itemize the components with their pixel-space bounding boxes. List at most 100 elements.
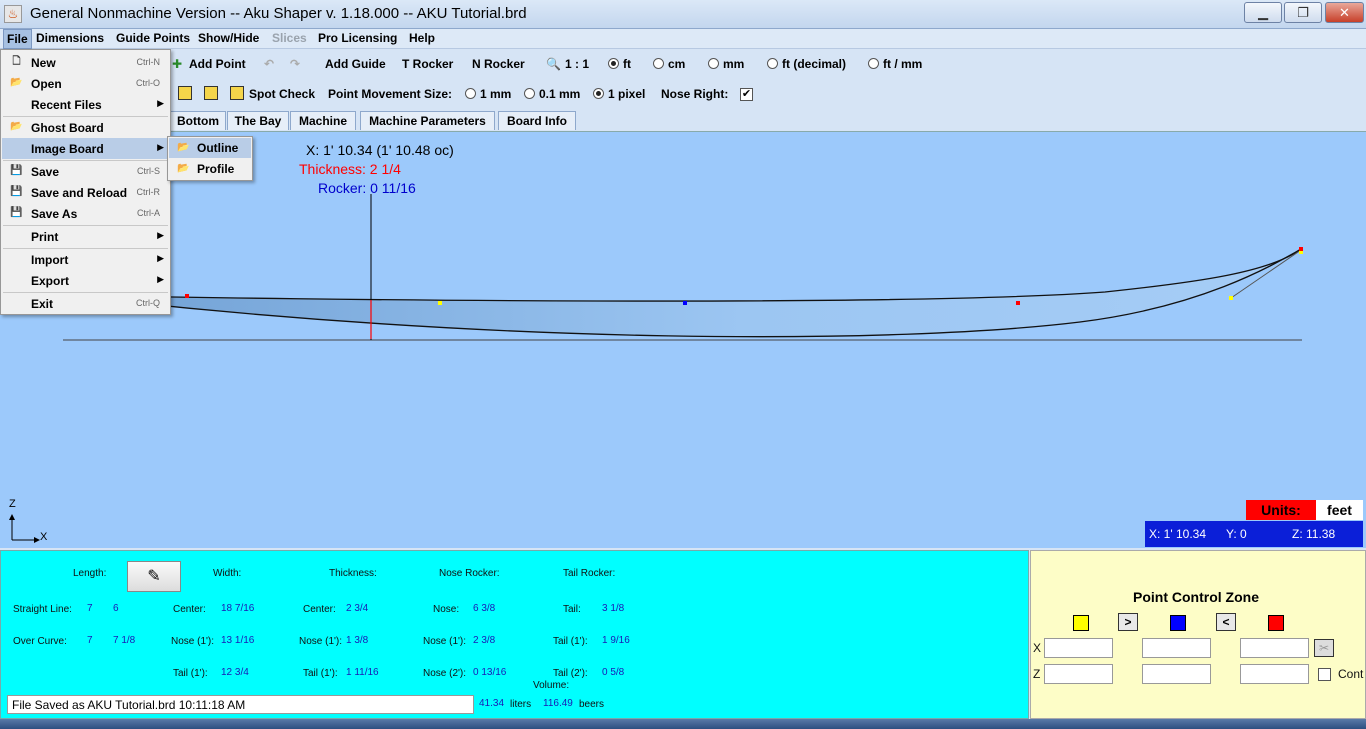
blue-x-input[interactable] bbox=[1142, 638, 1211, 658]
submenu-item-outline[interactable]: 📂 Outline bbox=[169, 138, 251, 158]
board-profile-drawing[interactable] bbox=[0, 132, 1366, 549]
menu-help[interactable]: Help bbox=[409, 31, 435, 45]
width-nose-label: Nose (1'): bbox=[171, 636, 215, 647]
red-z-input[interactable] bbox=[1240, 664, 1309, 684]
red-x-input[interactable] bbox=[1240, 638, 1309, 658]
menu-item-recent-files[interactable]: Recent Files ▶ bbox=[2, 94, 169, 115]
menu-item-ghost-board[interactable]: 📂 Ghost Board bbox=[2, 117, 169, 138]
menu-item-save-and-reload[interactable]: 💾 Save and Reload Ctrl-R bbox=[2, 182, 169, 203]
continuous-label: Cont bbox=[1338, 667, 1364, 681]
menu-file[interactable]: File bbox=[3, 29, 32, 49]
control-point-blue bbox=[683, 301, 687, 305]
tab-machine-parameters[interactable]: Machine Parameters bbox=[360, 111, 495, 130]
tab-the-bay[interactable]: The Bay bbox=[227, 111, 289, 130]
zoom-ratio[interactable]: 1 : 1 bbox=[565, 57, 589, 71]
nose-right-checkbox[interactable]: ✔ bbox=[740, 88, 753, 101]
unit-ft-radio[interactable]: ft bbox=[608, 57, 631, 71]
blue-z-input[interactable] bbox=[1142, 664, 1211, 684]
movement-1mm-radio[interactable]: 1 mm bbox=[465, 87, 511, 101]
units-indicator: Units: feet bbox=[1246, 500, 1363, 520]
straight-line-feet: 7 bbox=[87, 603, 93, 614]
undo-icon[interactable]: ↶ bbox=[264, 57, 274, 71]
add-guide-button[interactable]: Add Guide bbox=[325, 57, 386, 71]
restore-button[interactable]: ❐ bbox=[1284, 2, 1322, 23]
delete-point-button[interactable]: ✂ bbox=[1314, 639, 1334, 657]
menu-guide-points[interactable]: Guide Points bbox=[116, 31, 190, 45]
movement-0-1mm-radio[interactable]: 0.1 mm bbox=[524, 87, 580, 101]
menu-item-image-board[interactable]: Image Board ▶ bbox=[2, 138, 169, 159]
n-rocker-button[interactable]: N Rocker bbox=[472, 57, 525, 71]
select-all-icon[interactable] bbox=[204, 86, 218, 100]
tab-bar: Bottom The Bay Machine Machine Parameter… bbox=[0, 110, 1366, 130]
menu-dimensions[interactable]: Dimensions bbox=[36, 31, 104, 45]
yellow-x-input[interactable] bbox=[1044, 638, 1113, 658]
save-icon: 💾 bbox=[10, 186, 23, 197]
radio-selected-icon bbox=[593, 88, 604, 99]
select-point-icon[interactable] bbox=[178, 86, 192, 100]
nose-rocker-2ft-value: 0 13/16 bbox=[473, 667, 507, 678]
menu-show-hide[interactable]: Show/Hide bbox=[198, 31, 259, 45]
point-movement-label: Point Movement Size: bbox=[328, 87, 453, 101]
width-tail-label: Tail (1'): bbox=[173, 668, 208, 679]
thick-tail-value: 1 11/16 bbox=[346, 667, 379, 678]
width-center-label: Center: bbox=[173, 604, 206, 615]
spot-check-icon[interactable] bbox=[230, 86, 244, 100]
beers-label: beers bbox=[579, 699, 605, 710]
nose-rocker-1ft-label: Nose (1'): bbox=[423, 636, 467, 647]
menu-item-print[interactable]: Print ▶ bbox=[2, 226, 169, 247]
menu-item-exit[interactable]: Exit Ctrl-Q bbox=[2, 293, 169, 314]
spot-check-button[interactable]: Spot Check bbox=[249, 87, 315, 101]
redo-icon[interactable]: ↷ bbox=[290, 57, 300, 71]
radio-icon bbox=[708, 58, 719, 69]
tab-machine[interactable]: Machine bbox=[290, 111, 356, 130]
over-curve-label: Over Curve: bbox=[13, 636, 67, 647]
axis-z-label: Z bbox=[9, 498, 16, 510]
yellow-z-input[interactable] bbox=[1044, 664, 1113, 684]
edit-dimensions-button[interactable]: ✎ bbox=[127, 561, 181, 592]
zoom-icon[interactable]: 🔍 bbox=[546, 57, 561, 71]
submenu-arrow-icon: ▶ bbox=[157, 274, 164, 284]
red-point-selector[interactable] bbox=[1268, 615, 1284, 631]
t-rocker-button[interactable]: T Rocker bbox=[402, 57, 453, 71]
control-point-tail-red bbox=[185, 294, 189, 298]
next-point-button[interactable]: > bbox=[1118, 613, 1138, 631]
unit-ft-mm-radio[interactable]: ft / mm bbox=[868, 57, 922, 71]
menu-slices[interactable]: Slices bbox=[272, 31, 307, 45]
nose-right-label: Nose Right: bbox=[661, 87, 729, 101]
blue-point-selector[interactable] bbox=[1170, 615, 1186, 631]
rocker-readout: Rocker: 0 11/16 bbox=[318, 180, 416, 196]
yellow-point-selector[interactable] bbox=[1073, 615, 1089, 631]
save-as-icon: 💾 bbox=[10, 207, 23, 218]
title-bar: ♨ General Nonmachine Version -- Aku Shap… bbox=[0, 0, 1366, 29]
menu-pro-licensing[interactable]: Pro Licensing bbox=[318, 31, 397, 45]
close-button[interactable]: ✕ bbox=[1325, 2, 1364, 23]
movement-1pixel-radio[interactable]: 1 pixel bbox=[593, 87, 645, 101]
menu-item-open[interactable]: 📂 Open Ctrl-O bbox=[2, 73, 169, 94]
unit-cm-radio[interactable]: cm bbox=[653, 57, 685, 71]
tab-board-info[interactable]: Board Info bbox=[498, 111, 576, 130]
tab-bottom[interactable]: Bottom bbox=[170, 111, 226, 130]
menu-item-save[interactable]: 💾 Save Ctrl-S bbox=[2, 161, 169, 182]
prev-point-button[interactable]: < bbox=[1216, 613, 1236, 631]
volume-liters-value: 41.34 bbox=[479, 698, 505, 709]
coord-y: Y: 0 bbox=[1226, 527, 1247, 541]
menu-item-import[interactable]: Import ▶ bbox=[2, 249, 169, 270]
submenu-arrow-icon: ▶ bbox=[157, 98, 164, 108]
menu-item-export[interactable]: Export ▶ bbox=[2, 270, 169, 291]
menu-item-save-as[interactable]: 💾 Save As Ctrl-A bbox=[2, 203, 169, 224]
add-point-button[interactable]: Add Point bbox=[189, 57, 246, 71]
coord-x: X: 1' 10.34 bbox=[1149, 527, 1206, 541]
menu-item-new[interactable]: 🗋 New Ctrl-N bbox=[2, 52, 169, 73]
board-canvas[interactable]: X: 1' 10.34 (1' 10.48 oc) Thickness: 2 1… bbox=[0, 131, 1366, 548]
unit-ft-decimal-radio[interactable]: ft (decimal) bbox=[767, 57, 846, 71]
continuous-checkbox[interactable] bbox=[1318, 668, 1331, 681]
over-curve-inches: 7 1/8 bbox=[113, 635, 136, 646]
submenu-arrow-icon: ▶ bbox=[157, 253, 164, 263]
unit-mm-radio[interactable]: mm bbox=[708, 57, 744, 71]
straight-line-label: Straight Line: bbox=[13, 604, 72, 615]
over-curve-feet: 7 bbox=[87, 635, 93, 646]
minimize-button[interactable]: ▁ bbox=[1244, 2, 1282, 23]
submenu-item-profile[interactable]: 📂 Profile bbox=[169, 159, 251, 179]
folder-icon: 📂 bbox=[177, 142, 190, 153]
width-center-value: 18 7/16 bbox=[221, 603, 255, 614]
